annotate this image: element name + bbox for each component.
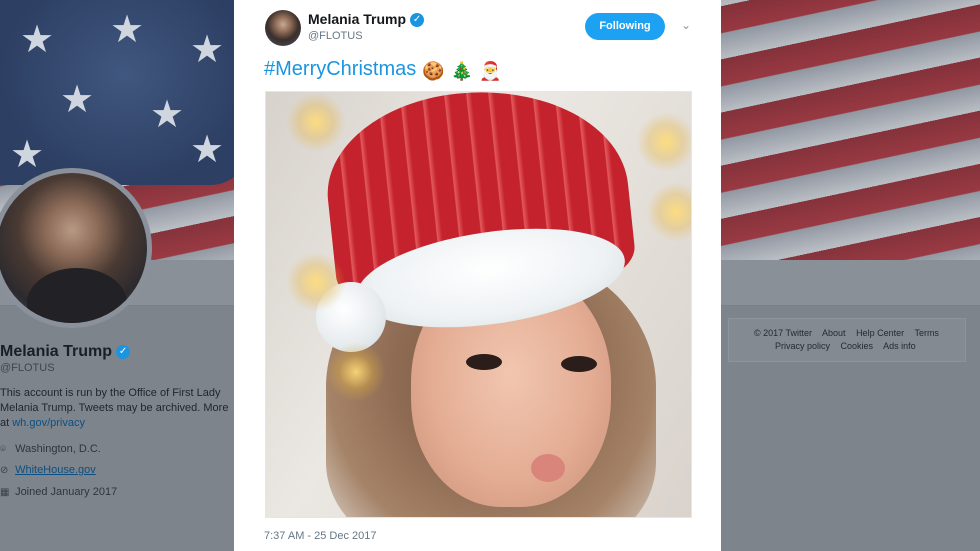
following-button[interactable]: Following <box>585 13 665 40</box>
footer-cookies-link[interactable]: Cookies <box>841 341 874 351</box>
verified-badge-icon: ✓ <box>116 344 131 359</box>
star-icon: ★ <box>10 132 45 176</box>
profile-handle: @FLOTUS <box>0 362 55 374</box>
privacy-link[interactable]: wh.gov/privacy <box>12 417 85 429</box>
profile-joined: ▦ Joined January 2017 <box>0 486 118 498</box>
gingerbread-icon: 🍪 <box>422 61 445 82</box>
calendar-icon: ▦ <box>0 487 10 498</box>
profile-website: ⊘ WhiteHouse.gov <box>0 464 96 476</box>
reindeer-sparkle <box>636 112 691 172</box>
profile-name: Melania Trump ✓ <box>0 343 131 361</box>
footer-help-link[interactable]: Help Center <box>856 328 904 338</box>
profile-bio: This account is run by the Office of Fir… <box>0 387 229 429</box>
star-icon: ★ <box>20 17 55 61</box>
christmas-tree-icon: 🎄 <box>450 61 474 82</box>
footer-links: © 2017 Twitter About Help Center Terms P… <box>728 318 966 362</box>
footer-ads-link[interactable]: Ads info <box>883 341 916 351</box>
footer-about-link[interactable]: About <box>822 328 846 338</box>
photo-lips <box>531 454 565 482</box>
star-icon: ★ <box>60 77 95 121</box>
tweet-author-name[interactable]: Melania Trump ✓ <box>308 11 425 28</box>
reindeer-sparkle <box>646 182 691 242</box>
tweet-photo[interactable] <box>265 91 692 518</box>
footer-terms-link[interactable]: Terms <box>914 328 939 338</box>
tweet-timestamp[interactable]: 7:37 AM - 25 Dec 2017 <box>264 530 377 542</box>
footer-row-1: © 2017 Twitter About Help Center Terms <box>754 328 947 338</box>
location-pin-icon: ⌾ <box>0 444 6 455</box>
link-icon: ⊘ <box>0 465 9 476</box>
hashtag-link[interactable]: #MerryChristmas <box>264 58 416 80</box>
footer-copyright: © 2017 Twitter <box>754 328 812 338</box>
reindeer-sparkle <box>326 342 386 402</box>
tweet-text: #MerryChristmas 🍪 🎄 🎅 <box>264 58 502 82</box>
tweet-card: Melania Trump ✓ @FLOTUS Following ⌄ #Merr… <box>234 0 721 551</box>
chevron-down-icon[interactable]: ⌄ <box>678 17 694 33</box>
photo-eye-left <box>466 354 502 370</box>
tweet-author-avatar[interactable] <box>265 10 301 46</box>
star-icon: ★ <box>150 92 185 136</box>
footer-row-2: Privacy policy Cookies Ads info <box>775 341 924 351</box>
website-link[interactable]: WhiteHouse.gov <box>15 464 96 476</box>
tweet-author-handle[interactable]: @FLOTUS <box>308 30 363 42</box>
verified-badge-icon: ✓ <box>410 13 425 28</box>
santa-icon: 🎅 <box>479 61 502 82</box>
photo-eye-right <box>561 356 597 372</box>
reindeer-sparkle <box>286 252 346 312</box>
profile-location: ⌾ Washington, D.C. <box>0 443 101 455</box>
star-icon: ★ <box>190 127 225 171</box>
reindeer-sparkle <box>286 92 346 152</box>
star-icon: ★ <box>110 7 145 51</box>
star-icon: ★ <box>190 27 225 71</box>
footer-privacy-link[interactable]: Privacy policy <box>775 341 830 351</box>
